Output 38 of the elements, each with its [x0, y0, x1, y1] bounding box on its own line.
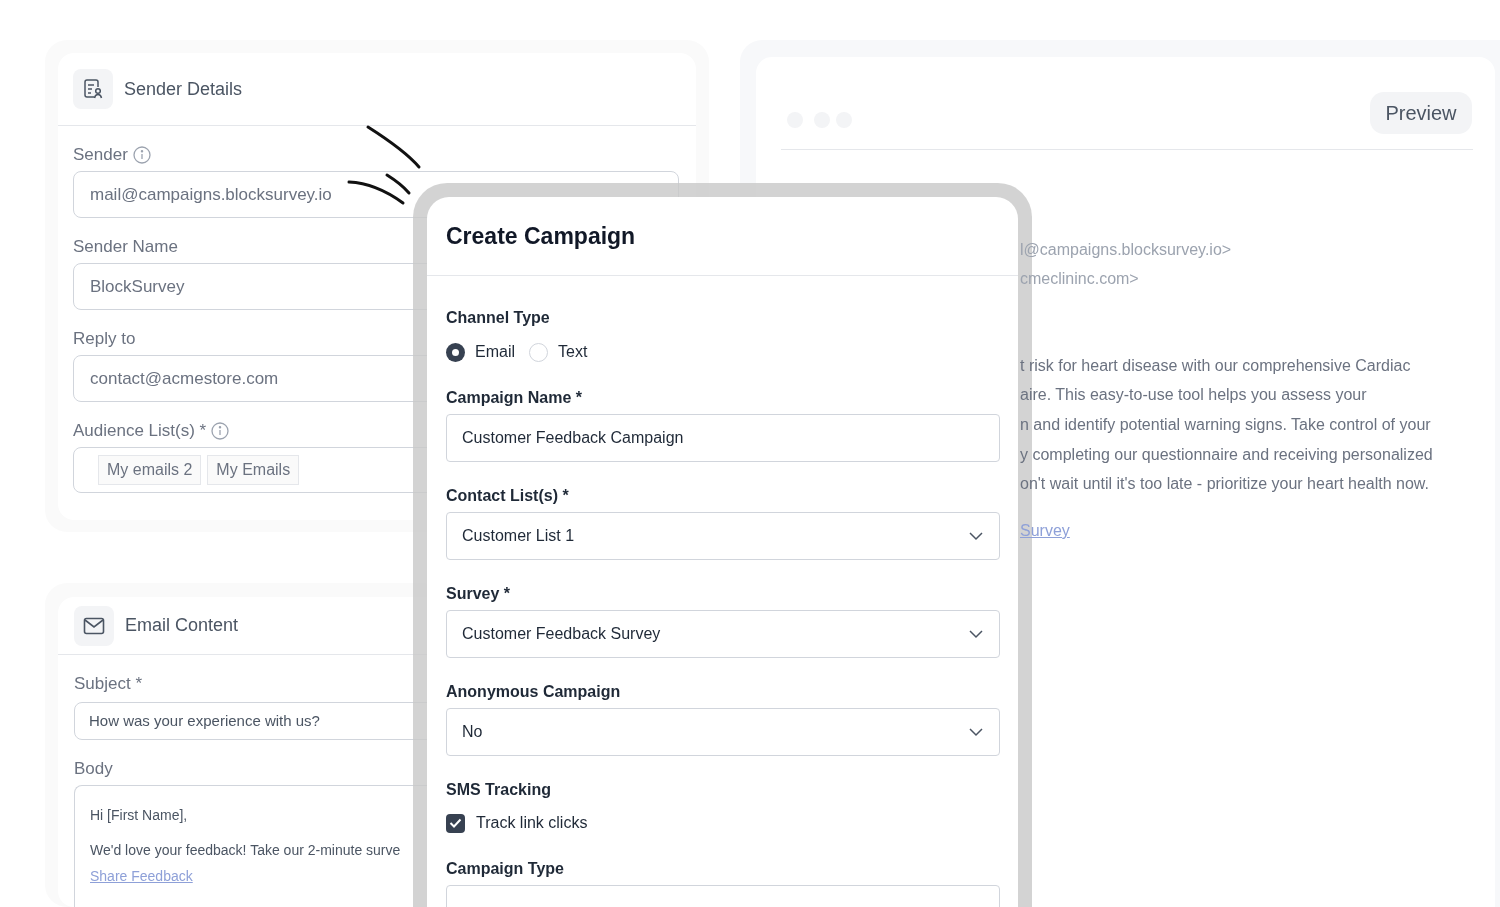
dropdown-field[interactable]: No: [446, 708, 1000, 756]
field-label: Campaign Type: [446, 859, 565, 879]
field-label: Audience List(s) *: [73, 420, 207, 443]
field-label: Sender Name: [73, 236, 178, 259]
body-text: Hi [First Name],: [90, 806, 188, 825]
card-title: Sender Details: [124, 77, 243, 101]
checkbox-label: Track link clicks: [476, 813, 588, 833]
body-text: n and identify potential warning signs. Take control of your: [1020, 415, 1431, 435]
body-text: aire. This easy-to-use tool helps you assess your: [1020, 385, 1367, 405]
field-label: Survey *: [446, 584, 512, 604]
field-label: Reply to: [73, 328, 136, 351]
body-text: t risk for heart disease with our comprehensive Cardiac: [1020, 356, 1411, 376]
radio-button[interactable]: [446, 342, 465, 362]
input-field[interactable]: Customer Feedback Campaign: [446, 414, 1000, 462]
tag: My emails 2: [98, 455, 202, 485]
field-label: Body: [74, 758, 114, 780]
chevron-down-icon: [968, 727, 984, 737]
field-label: Channel Type: [446, 308, 551, 328]
checkbox[interactable]: [446, 813, 465, 833]
email-address-text: l@campaigns.blocksurvey.io>: [1020, 240, 1232, 260]
card-title: Email Content: [125, 614, 239, 637]
field-label: Sender: [73, 144, 128, 167]
preview-button[interactable]: Preview: [1370, 92, 1472, 134]
body-text: on't wait until it's too late - prioritize your heart health now.: [1020, 474, 1429, 494]
email-address-text: cmeclininc.com>: [1020, 269, 1139, 289]
tag: My Emails: [207, 455, 300, 485]
chevron-down-icon: [968, 531, 984, 541]
dropdown-field[interactable]: Customer List 1: [446, 512, 1000, 560]
field-label: Anonymous Campaign: [446, 682, 622, 702]
dialog-title: Create Campaign: [446, 221, 636, 251]
field-label: SMS Tracking: [446, 780, 552, 800]
chevron-down-icon: [968, 629, 984, 639]
mail-icon: [74, 605, 114, 646]
body-text: We'd love your feedback! Take our 2-minute surve: [90, 841, 401, 860]
document-user-icon: [73, 69, 113, 109]
radio-button[interactable]: [529, 342, 548, 362]
body-text: y completing our questionnaire and receiving personalized: [1020, 445, 1433, 465]
dropdown-field[interactable]: Customer Feedback Survey: [446, 610, 1000, 658]
